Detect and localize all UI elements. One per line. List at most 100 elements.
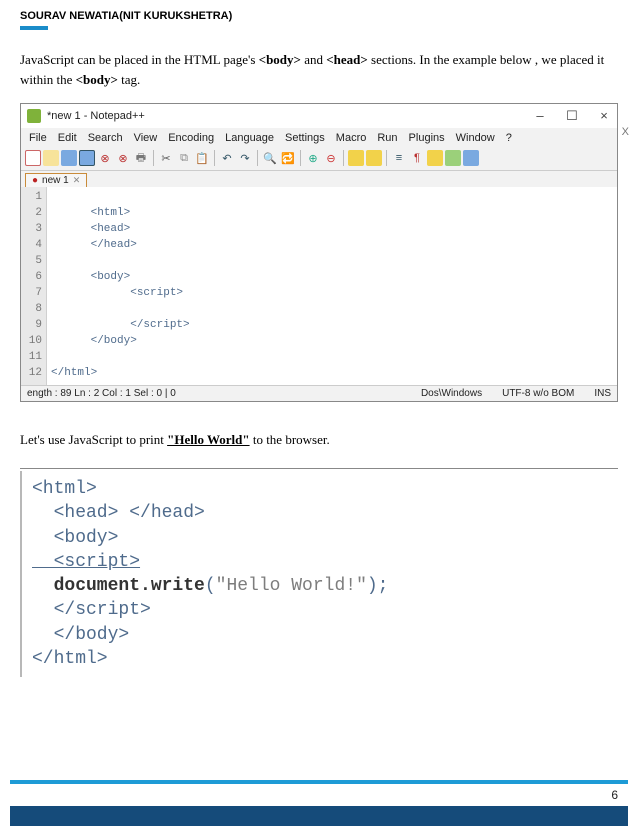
toolbar-separator [214, 150, 215, 166]
intro-text-4: tag. [118, 72, 140, 87]
line-number-gutter: 1 2 3 4 5 6 7 8 9 10 11 12 [21, 187, 47, 385]
extra-close-marker: X [622, 126, 629, 138]
document-header: SOURAV NEWATIA(NIT KURUKSHETRA) [0, 0, 638, 22]
open-file-icon[interactable] [43, 150, 59, 166]
file-tab[interactable]: ● new 1 ✕ [25, 173, 87, 187]
folder-view-icon[interactable] [445, 150, 461, 166]
line-number: 7 [25, 285, 42, 301]
sync-v-icon[interactable] [348, 150, 364, 166]
sync-h-icon[interactable] [366, 150, 382, 166]
code-line: <body> [51, 271, 130, 283]
code-line: </html> [51, 367, 97, 379]
copy-icon[interactable]: ⧉ [176, 150, 192, 166]
menu-plugins[interactable]: Plugins [409, 132, 445, 144]
accent-bar [20, 26, 48, 30]
menu-macro[interactable]: Macro [336, 132, 367, 144]
code-line: <html> [32, 479, 97, 499]
code-paren-close: ); [367, 576, 389, 596]
menu-search[interactable]: Search [88, 132, 123, 144]
code-line: </html> [32, 649, 108, 669]
intro-paragraph: JavaScript can be placed in the HTML pag… [0, 50, 638, 89]
find-icon[interactable]: 🔍 [262, 150, 278, 166]
line-number: 2 [25, 205, 42, 221]
paste-icon[interactable]: 📋 [194, 150, 210, 166]
code-line: <body> [32, 528, 118, 548]
doc-map-icon[interactable] [463, 150, 479, 166]
menu-file[interactable]: File [29, 132, 47, 144]
undo-icon[interactable]: ↶ [219, 150, 235, 166]
tab-label: new 1 [42, 175, 69, 186]
app-icon [27, 109, 41, 123]
code-line: <script> [51, 287, 183, 299]
code-docwrite: document.write [32, 576, 205, 596]
tab-close-icon[interactable]: ✕ [73, 175, 81, 186]
menu-run[interactable]: Run [377, 132, 397, 144]
menu-view[interactable]: View [134, 132, 158, 144]
maximize-button[interactable]: ☐ [563, 108, 581, 124]
line-number: 4 [25, 237, 42, 253]
toolbar: ⊗ ⊗ 🖶 ✂ ⧉ 📋 ↶ ↷ 🔍 🔁 ⊕ ⊖ ≡ ¶ [21, 148, 617, 171]
author-line: SOURAV NEWATIA(NIT KURUKSHETRA) [20, 10, 232, 22]
cut-icon[interactable]: ✂ [158, 150, 174, 166]
zoom-in-icon[interactable]: ⊕ [305, 150, 321, 166]
redo-icon[interactable]: ↷ [237, 150, 253, 166]
menu-help[interactable]: ? [506, 132, 512, 144]
code-line: <head> [51, 223, 130, 235]
intro-head-tag: <head> [326, 52, 368, 67]
menu-encoding[interactable]: Encoding [168, 132, 214, 144]
line-number: 3 [25, 221, 42, 237]
show-chars-icon[interactable]: ¶ [409, 150, 425, 166]
toolbar-separator [153, 150, 154, 166]
mid-text-1: Let's use JavaScript to print [20, 432, 167, 447]
toolbar-separator [386, 150, 387, 166]
menu-edit[interactable]: Edit [58, 132, 77, 144]
toolbar-separator [343, 150, 344, 166]
code-line: </script> [51, 319, 190, 331]
page-footer: 6 [0, 780, 638, 826]
code-line: </body> [51, 335, 137, 347]
line-number: 10 [25, 333, 42, 349]
window-titlebar[interactable]: *new 1 - Notepad++ – ☐ × [21, 104, 617, 128]
toolbar-separator [300, 150, 301, 166]
line-number: 9 [25, 317, 42, 333]
line-number: 12 [25, 365, 42, 381]
menu-settings[interactable]: Settings [285, 132, 325, 144]
line-number: 5 [25, 253, 42, 269]
page-number: 6 [0, 784, 638, 806]
close-file-icon[interactable]: ⊗ [97, 150, 113, 166]
code-sample-2: <html> <head> </head> <body> <script> do… [20, 468, 618, 677]
tab-strip: ● new 1 ✕ [21, 171, 617, 187]
new-file-icon[interactable] [25, 150, 41, 166]
window-title: *new 1 - Notepad++ [47, 110, 145, 122]
mid-paragraph: Let's use JavaScript to print "Hello Wor… [0, 402, 638, 458]
close-all-icon[interactable]: ⊗ [115, 150, 131, 166]
tab-dirty-icon: ● [32, 175, 38, 186]
intro-text-2: and [301, 52, 326, 67]
line-number: 6 [25, 269, 42, 285]
close-button[interactable]: × [595, 108, 613, 124]
code-paren: ( [205, 576, 216, 596]
intro-body-tag: <body> [259, 52, 301, 67]
replace-icon[interactable]: 🔁 [280, 150, 296, 166]
code-line: </script> [32, 600, 151, 620]
code-line-script-open: <script> [32, 552, 140, 572]
minimize-button[interactable]: – [531, 108, 549, 124]
save-icon[interactable] [61, 150, 77, 166]
wrap-icon[interactable]: ≡ [391, 150, 407, 166]
footer-band [10, 806, 628, 826]
toolbar-separator [257, 150, 258, 166]
print-icon[interactable]: 🖶 [133, 150, 149, 166]
notepadpp-window: *new 1 - Notepad++ – ☐ × X File Edit Sea… [20, 103, 618, 402]
indent-guide-icon[interactable] [427, 150, 443, 166]
save-all-icon[interactable] [79, 150, 95, 166]
hello-world-emph: "Hello World" [167, 432, 249, 447]
code-content[interactable]: <html> <head> </head> <body> <script> </… [47, 187, 617, 385]
menu-language[interactable]: Language [225, 132, 274, 144]
code-editor[interactable]: 1 2 3 4 5 6 7 8 9 10 11 12 <html> <head>… [21, 187, 617, 385]
line-number: 8 [25, 301, 42, 317]
zoom-out-icon[interactable]: ⊖ [323, 150, 339, 166]
menu-window[interactable]: Window [456, 132, 495, 144]
line-number: 1 [25, 189, 42, 205]
mid-text-2: to the browser. [250, 432, 330, 447]
code-string: "Hello World!" [216, 576, 367, 596]
